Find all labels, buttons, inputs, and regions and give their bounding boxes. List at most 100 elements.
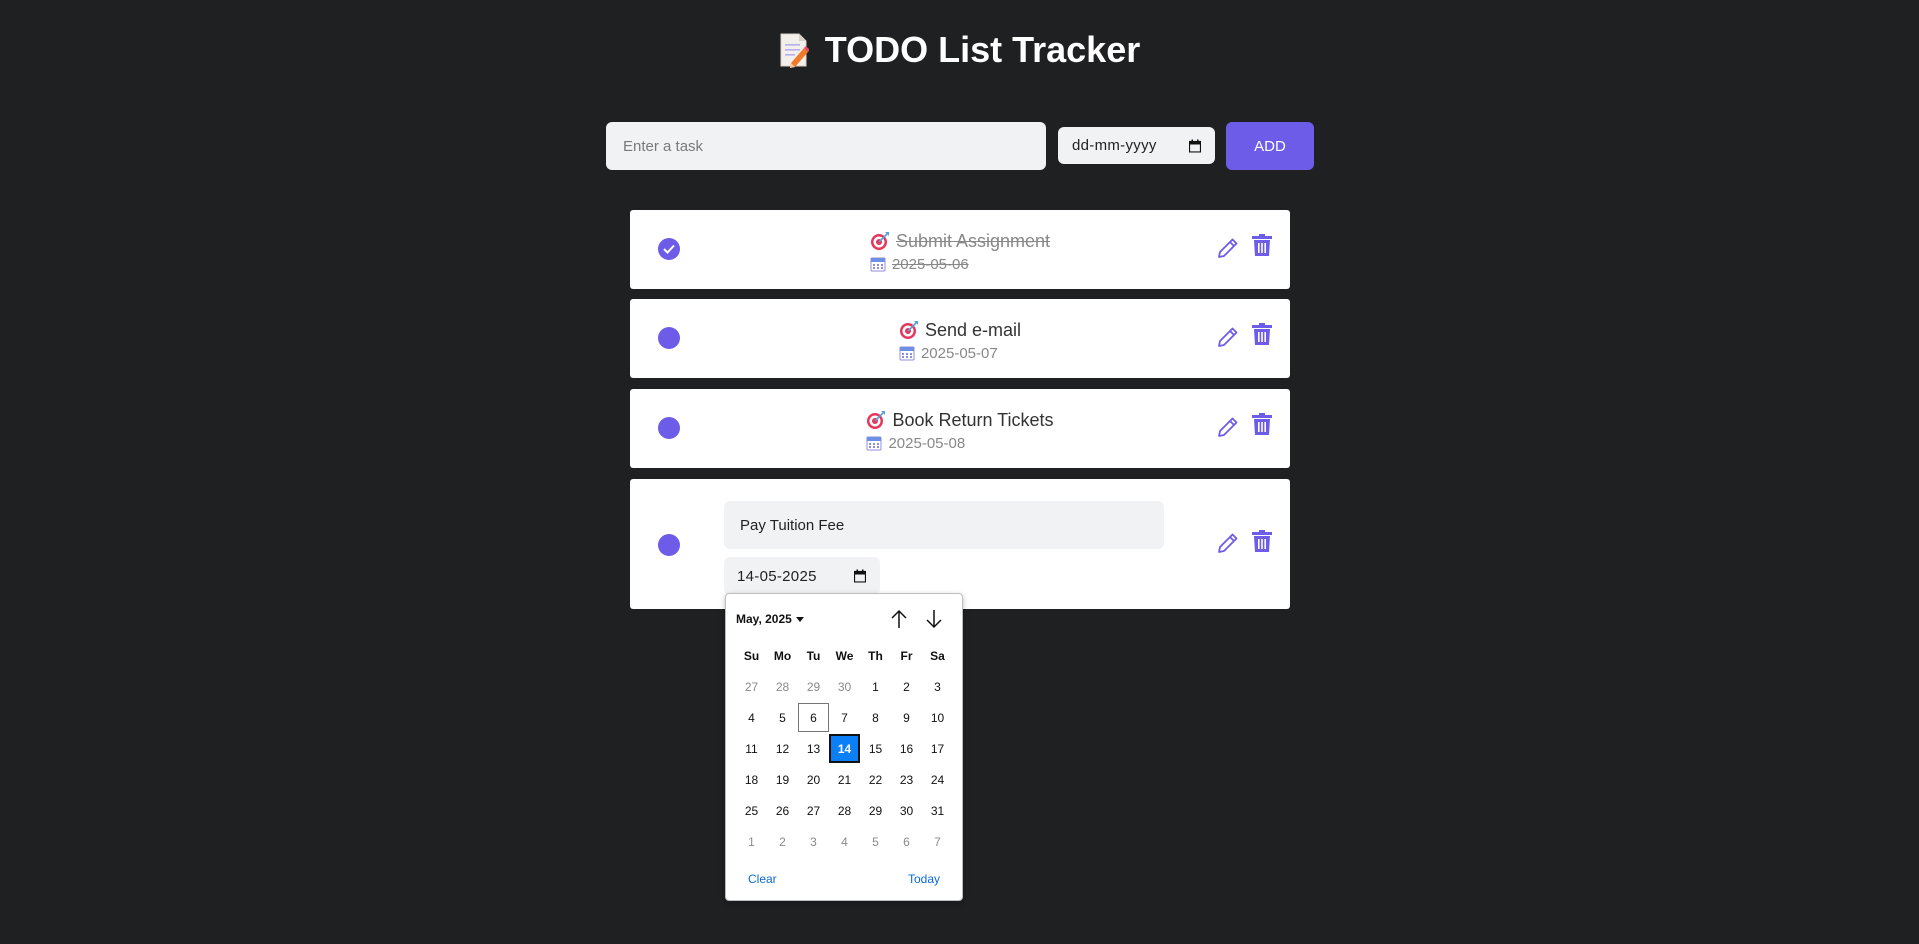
day-cell[interactable]: 29 xyxy=(798,672,829,701)
trash-icon[interactable] xyxy=(1252,323,1272,345)
task-input[interactable] xyxy=(606,122,1046,170)
edit-task-value: Pay Tuition Fee xyxy=(740,516,845,534)
task-card: Book Return Tickets 2025-05-08 xyxy=(630,389,1290,468)
day-cell-today[interactable]: 6 xyxy=(798,703,829,732)
week-row: 18 19 20 21 22 23 24 xyxy=(736,764,953,795)
task-date-placeholder: dd-mm-yyyy xyxy=(1072,137,1157,154)
complete-toggle[interactable] xyxy=(658,534,680,556)
day-cell[interactable]: 18 xyxy=(736,765,767,794)
task-title: Send e-mail xyxy=(924,319,1022,340)
day-cell[interactable]: 6 xyxy=(891,827,922,856)
task-date: 2025-05-07 xyxy=(920,344,998,362)
next-month-icon[interactable] xyxy=(923,608,945,630)
weekday-label: Th xyxy=(868,648,883,663)
task-card: Send e-mail 2025-05-07 xyxy=(630,299,1290,378)
task-title: Book Return Tickets xyxy=(892,409,1054,430)
trash-icon[interactable] xyxy=(1252,530,1272,552)
task-date-input[interactable]: dd-mm-yyyy xyxy=(1058,127,1215,164)
day-cell[interactable]: 26 xyxy=(767,796,798,825)
edit-icon[interactable] xyxy=(1216,531,1240,555)
calendar-grid: Su Mo Tu We Th Fr Sa 27 28 29 30 1 2 3 4… xyxy=(736,640,953,857)
day-cell[interactable]: 3 xyxy=(922,672,953,701)
day-cell[interactable]: 22 xyxy=(860,765,891,794)
day-cell[interactable]: 2 xyxy=(891,672,922,701)
add-button[interactable]: ADD xyxy=(1226,122,1314,170)
page-title: TODO List Tracker xyxy=(0,24,1919,76)
day-cell[interactable]: 7 xyxy=(922,827,953,856)
day-cell[interactable]: 21 xyxy=(829,765,860,794)
day-cell[interactable]: 7 xyxy=(829,703,860,732)
date-picker-popup: May, 2025 Su Mo Tu We Th Fr Sa 27 28 29 … xyxy=(725,593,963,901)
day-cell[interactable]: 25 xyxy=(736,796,767,825)
trash-icon[interactable] xyxy=(1252,413,1272,435)
day-cell[interactable]: 12 xyxy=(767,734,798,763)
day-cell[interactable]: 30 xyxy=(829,672,860,701)
month-label: May, 2025 xyxy=(736,612,792,626)
day-cell[interactable]: 13 xyxy=(798,734,829,763)
clear-button[interactable]: Clear xyxy=(748,872,777,886)
day-cell[interactable]: 1 xyxy=(860,672,891,701)
weekday-label: Sa xyxy=(930,648,945,663)
edit-date-value: 14-05-2025 xyxy=(737,567,817,585)
task-card: Submit Assignment 2025-05-06 xyxy=(630,210,1290,289)
day-cell[interactable]: 3 xyxy=(798,827,829,856)
day-cell-selected[interactable]: 14 xyxy=(829,734,860,763)
day-cell[interactable]: 11 xyxy=(736,734,767,763)
edit-task-input[interactable]: Pay Tuition Fee xyxy=(724,501,1164,549)
weekday-label: Mo xyxy=(773,648,792,663)
day-cell[interactable]: 16 xyxy=(891,734,922,763)
task-card-editing: Pay Tuition Fee 14-05-2025 xyxy=(630,479,1290,609)
weekday-label: We xyxy=(835,648,854,663)
today-button[interactable]: Today xyxy=(908,872,940,886)
day-cell[interactable]: 20 xyxy=(798,765,829,794)
edit-icon[interactable] xyxy=(1216,236,1240,260)
day-cell[interactable]: 28 xyxy=(829,796,860,825)
day-cell[interactable]: 23 xyxy=(891,765,922,794)
day-cell[interactable]: 15 xyxy=(860,734,891,763)
calendar-icon xyxy=(870,257,886,272)
day-cell[interactable]: 27 xyxy=(798,796,829,825)
day-cell[interactable]: 5 xyxy=(860,827,891,856)
day-cell[interactable]: 5 xyxy=(767,703,798,732)
caret-down-icon xyxy=(795,616,804,622)
task-date: 2025-05-06 xyxy=(891,255,969,273)
week-row: 27 28 29 30 1 2 3 xyxy=(736,671,953,702)
week-row: 4 5 6 7 8 9 10 xyxy=(736,702,953,733)
target-icon xyxy=(867,411,886,429)
edit-icon[interactable] xyxy=(1216,325,1240,349)
day-cell[interactable]: 19 xyxy=(767,765,798,794)
day-cell[interactable]: 8 xyxy=(860,703,891,732)
day-cell[interactable]: 30 xyxy=(891,796,922,825)
calendar-icon xyxy=(866,436,882,451)
month-selector[interactable]: May, 2025 xyxy=(736,612,804,626)
day-cell[interactable]: 4 xyxy=(736,703,767,732)
day-cell[interactable]: 28 xyxy=(767,672,798,701)
day-cell[interactable]: 27 xyxy=(736,672,767,701)
calendar-icon xyxy=(899,346,915,361)
day-cell[interactable]: 17 xyxy=(922,734,953,763)
weekday-label: Su xyxy=(743,648,760,663)
day-cell[interactable]: 31 xyxy=(922,796,953,825)
trash-icon[interactable] xyxy=(1252,234,1272,256)
day-cell[interactable]: 9 xyxy=(891,703,922,732)
week-row: 11 12 13 14 15 16 17 xyxy=(736,733,953,764)
day-cell[interactable]: 29 xyxy=(860,796,891,825)
day-cell[interactable]: 24 xyxy=(922,765,953,794)
day-cell[interactable]: 10 xyxy=(922,703,953,732)
calendar-picker-icon[interactable] xyxy=(1189,139,1201,152)
day-cell[interactable]: 2 xyxy=(767,827,798,856)
calendar-picker-icon[interactable] xyxy=(854,569,866,583)
weekday-label: Fr xyxy=(900,648,913,663)
task-title: Submit Assignment xyxy=(895,230,1051,251)
target-icon xyxy=(899,321,918,339)
week-row: 25 26 27 28 29 30 31 xyxy=(736,795,953,826)
weekday-header: Su Mo Tu We Th Fr Sa xyxy=(736,640,953,671)
task-date: 2025-05-08 xyxy=(888,434,966,452)
day-cell[interactable]: 4 xyxy=(829,827,860,856)
target-icon xyxy=(870,232,889,250)
previous-month-icon[interactable] xyxy=(888,608,910,630)
edit-icon[interactable] xyxy=(1216,415,1240,439)
day-cell[interactable]: 1 xyxy=(736,827,767,856)
edit-date-input[interactable]: 14-05-2025 xyxy=(724,557,880,595)
week-row: 1 2 3 4 5 6 7 xyxy=(736,826,953,857)
